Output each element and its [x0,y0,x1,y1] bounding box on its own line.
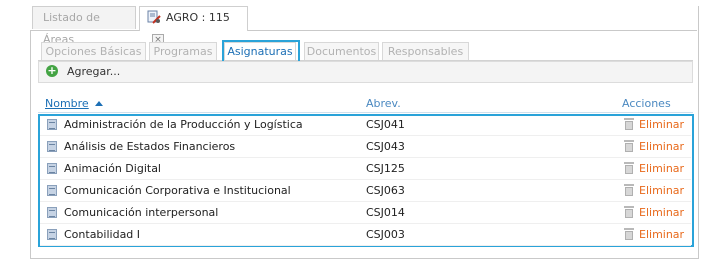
table-row[interactable]: Animación Digital CSJ125 Eliminar [40,158,691,180]
cell-name: Comunicación interpersonal [64,206,219,219]
delete-link[interactable]: Eliminar [639,180,684,202]
document-icon [47,119,57,130]
table-row[interactable]: Análisis de Estados Financieros CSJ043 E… [40,136,691,158]
tab-responsables[interactable]: Responsables [382,42,469,60]
column-header-actions: Acciones [622,97,671,110]
tab-programas[interactable]: Programas [149,42,217,60]
delete-link[interactable]: Eliminar [639,158,684,180]
document-icon [47,163,57,174]
trash-icon[interactable] [624,206,634,218]
delete-link[interactable]: Eliminar [639,136,684,158]
tab-listado-areas[interactable]: Listado de Áreas [32,6,136,46]
cell-abrev: CSJ043 [366,140,405,153]
table-row[interactable]: Comunicación Corporativa e Institucional… [40,180,691,202]
document-icon [47,185,57,196]
document-icon [47,229,57,240]
tab-documentos[interactable]: Documentos [304,42,379,60]
table-row[interactable]: Comunicación interpersonal CSJ014 Elimin… [40,202,691,224]
sort-link[interactable]: Nombre [45,97,89,110]
document-icon [47,141,57,152]
toolbar: + Agregar... [38,61,693,83]
cell-name: Administración de la Producción y Logíst… [64,118,303,131]
tab-label: Programas [153,45,213,58]
add-button[interactable]: Agregar... [67,65,120,78]
grid-header: Nombre Abrev. Acciones [38,96,693,113]
table-row[interactable]: Contabilidad I CSJ003 Eliminar [40,224,691,246]
tab-label: Documentos [306,45,377,58]
document-settings-icon [147,10,161,24]
column-header-abrev: Abrev. [366,97,401,110]
cell-name: Comunicación Corporativa e Institucional [64,184,291,197]
plus-circle-icon[interactable]: + [46,65,58,77]
cell-name: Análisis de Estados Financieros [64,140,236,153]
delete-link[interactable]: Eliminar [639,224,684,246]
sort-ascending-icon [94,101,103,106]
tab-label: AGRO : 115 [166,11,230,24]
column-header-name[interactable]: Nombre [45,97,103,110]
table-row[interactable]: Administración de la Producción y Logíst… [40,114,691,136]
trash-icon[interactable] [624,162,634,174]
tab-label: Responsables [387,45,464,58]
delete-link[interactable]: Eliminar [639,202,684,224]
tab-label: Opciones Básicas [45,45,142,58]
cell-abrev: CSJ063 [366,184,405,197]
document-icon [47,207,57,218]
top-tab-bar: Listado de Áreas AGRO : 115× [30,6,697,46]
tab-agro[interactable]: AGRO : 115× [139,6,248,46]
cell-abrev: CSJ003 [366,228,405,241]
cell-abrev: CSJ041 [366,118,405,131]
inner-tab-bar: Opciones Básicas Programas Asignaturas D… [38,40,693,61]
cell-abrev: CSJ014 [366,206,405,219]
delete-link[interactable]: Eliminar [639,114,684,136]
trash-icon[interactable] [624,228,634,240]
trash-icon[interactable] [624,140,634,152]
trash-icon[interactable] [624,184,634,196]
cell-abrev: CSJ125 [366,162,405,175]
trash-icon[interactable] [624,118,634,130]
cell-name: Contabilidad I [64,228,141,241]
cell-name: Animación Digital [64,162,161,175]
tab-opciones-basicas[interactable]: Opciones Básicas [41,42,146,60]
